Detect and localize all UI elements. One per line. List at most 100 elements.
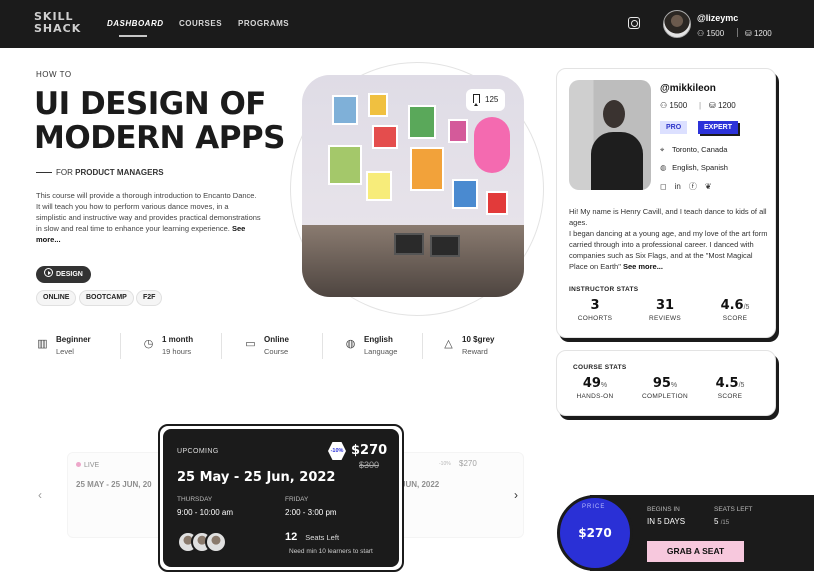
artwork bbox=[410, 147, 444, 191]
enrolled-avatars bbox=[177, 531, 237, 555]
stat-suffix: % bbox=[600, 382, 608, 389]
top-nav: SKILL SHACK DASHBOARD COURSES PROGRAMS @… bbox=[0, 0, 814, 48]
nav-active-indicator bbox=[119, 35, 147, 37]
seats-count: 12 bbox=[285, 531, 298, 543]
upcoming-card-body: UPCOMING -10% $270 $300 25 May - 25 Jun,… bbox=[163, 429, 399, 567]
stat-value: 49 bbox=[582, 376, 601, 391]
chevron-left-icon[interactable]: ‹ bbox=[38, 488, 42, 502]
divider bbox=[221, 333, 222, 359]
bookmark-count: 125 bbox=[485, 95, 499, 104]
cohort-card-upcoming[interactable]: UPCOMING -10% $270 $300 25 May - 25 Jun,… bbox=[158, 424, 404, 572]
instructor-stats-title: INSTRUCTOR STATS bbox=[569, 286, 639, 293]
facebook-icon[interactable]: ⓕ bbox=[689, 182, 697, 191]
bookmark-icon bbox=[473, 94, 480, 106]
logo[interactable]: SKILL SHACK bbox=[34, 11, 80, 35]
artwork bbox=[474, 117, 510, 173]
nav-courses[interactable]: COURSES bbox=[179, 19, 222, 28]
fact-label: Reward bbox=[462, 347, 488, 356]
divider bbox=[422, 333, 423, 359]
stat-value: 4.6 bbox=[720, 298, 744, 313]
points-icon: ⚇ bbox=[660, 101, 668, 110]
old-price: $300 bbox=[359, 460, 380, 470]
bookmark-button[interactable]: 125 bbox=[466, 89, 506, 111]
social-links: ◻ in ⓕ ❦ bbox=[660, 181, 720, 192]
course-kicker: HOW TO bbox=[36, 70, 72, 79]
category-chip[interactable]: DESIGN bbox=[36, 266, 91, 283]
instructor-points: 1500 bbox=[669, 101, 688, 110]
divider bbox=[322, 333, 323, 359]
day-label: FRIDAY bbox=[285, 496, 309, 503]
stat-hands-on: 49% HANDS-ON bbox=[565, 376, 625, 400]
min-learners-note: Need min 10 learners to start bbox=[289, 548, 373, 555]
fact-label: Level bbox=[56, 347, 74, 356]
price: $270 bbox=[351, 443, 388, 458]
instructor-location: ⌖ Toronto, Canada bbox=[660, 145, 727, 155]
nav-dashboard[interactable]: DASHBOARD bbox=[107, 19, 164, 28]
instagram-icon[interactable] bbox=[628, 17, 640, 29]
see-more-link[interactable]: See more... bbox=[623, 262, 663, 271]
languages-text: English, Spanish bbox=[672, 163, 728, 172]
next-dates: JUN, 2022 bbox=[401, 480, 440, 489]
stat-score: 4.6/5 SCORE bbox=[705, 298, 765, 322]
monitor bbox=[430, 235, 460, 257]
instructor-bio: Hi! My name is Henry Cavill, and I teach… bbox=[569, 206, 769, 272]
next-price: $270 bbox=[459, 459, 477, 468]
fact-value: English bbox=[364, 335, 393, 344]
divider: | bbox=[699, 101, 702, 110]
artwork bbox=[368, 93, 388, 117]
photo-body bbox=[591, 132, 643, 190]
linkedin-icon[interactable]: in bbox=[675, 182, 681, 191]
photo-head bbox=[603, 100, 625, 128]
nav-coins: 1200 bbox=[753, 29, 772, 38]
instagram-icon[interactable]: ◻ bbox=[660, 182, 667, 191]
stat-label: HANDS-ON bbox=[576, 393, 614, 400]
live-dot-icon bbox=[76, 462, 81, 467]
fact-value: Beginner bbox=[56, 335, 91, 344]
cohort-card-next[interactable]: -10% $270 JUN, 2022 bbox=[394, 452, 524, 538]
avatar[interactable] bbox=[663, 10, 691, 38]
tag-f2f[interactable]: F2F bbox=[136, 290, 163, 306]
artwork bbox=[448, 119, 468, 143]
coin-icon: ⛁ bbox=[745, 29, 752, 38]
stat-label: REVIEWS bbox=[648, 315, 682, 322]
next-discount: -10% bbox=[439, 461, 451, 467]
artwork bbox=[328, 145, 362, 185]
tag-bootcamp[interactable]: BOOTCAMP bbox=[79, 290, 134, 306]
live-dates: 25 MAY - 25 JUN, 20 bbox=[76, 480, 152, 489]
upcoming-label: UPCOMING bbox=[177, 448, 219, 455]
globe-icon: ◍ bbox=[660, 163, 667, 172]
day-label: THURSDAY bbox=[177, 496, 213, 503]
stat-label: COHORTS bbox=[577, 315, 613, 322]
artwork bbox=[408, 105, 436, 139]
nav-programs[interactable]: PROGRAMS bbox=[238, 19, 289, 28]
course-description: This course will provide a thorough intr… bbox=[36, 190, 261, 245]
instructor-handle[interactable]: @mikkileon bbox=[660, 83, 716, 94]
twitter-icon[interactable]: ❦ bbox=[705, 182, 712, 191]
cohort-dates: 25 May - 25 Jun, 2022 bbox=[177, 470, 336, 485]
chevron-right-icon[interactable]: › bbox=[514, 488, 518, 502]
badge-pro: PRO bbox=[660, 121, 688, 134]
grab-seat-button[interactable]: GRAB A SEAT bbox=[647, 541, 744, 562]
artwork bbox=[452, 179, 478, 209]
divider bbox=[737, 28, 738, 37]
stat-value: 95 bbox=[652, 376, 671, 391]
audience: PRODUCT MANAGERS bbox=[75, 168, 164, 177]
cast-icon: ▭ bbox=[245, 338, 256, 350]
nav-points: 1500 bbox=[706, 29, 725, 38]
instructor-card: @mikkileon ⚇ 1500 | ⛁ 1200 PRO EXPERT ⌖ … bbox=[556, 68, 776, 338]
course-stats-title: COURSE STATS bbox=[573, 364, 627, 371]
checkout-price: $270 bbox=[578, 526, 612, 540]
stat-suffix: % bbox=[670, 382, 678, 389]
stat-completion: 95% COMPLETION bbox=[635, 376, 695, 400]
instructor-languages: ◍ English, Spanish bbox=[660, 163, 728, 172]
avatar bbox=[205, 531, 227, 553]
audience-line: FOR PRODUCT MANAGERS bbox=[36, 168, 164, 177]
seats-left: 12 Seats Left bbox=[285, 531, 339, 543]
tag-online[interactable]: ONLINE bbox=[36, 290, 77, 306]
fact-value: 10 $grey bbox=[462, 335, 495, 344]
begins-label: BEGINS IN bbox=[647, 506, 680, 513]
nav-username[interactable]: @lizeymc bbox=[697, 13, 738, 23]
seats-label: Seats Left bbox=[305, 533, 340, 542]
fact-value: 1 month bbox=[162, 335, 194, 344]
points-icon: ⚇ bbox=[697, 29, 705, 38]
